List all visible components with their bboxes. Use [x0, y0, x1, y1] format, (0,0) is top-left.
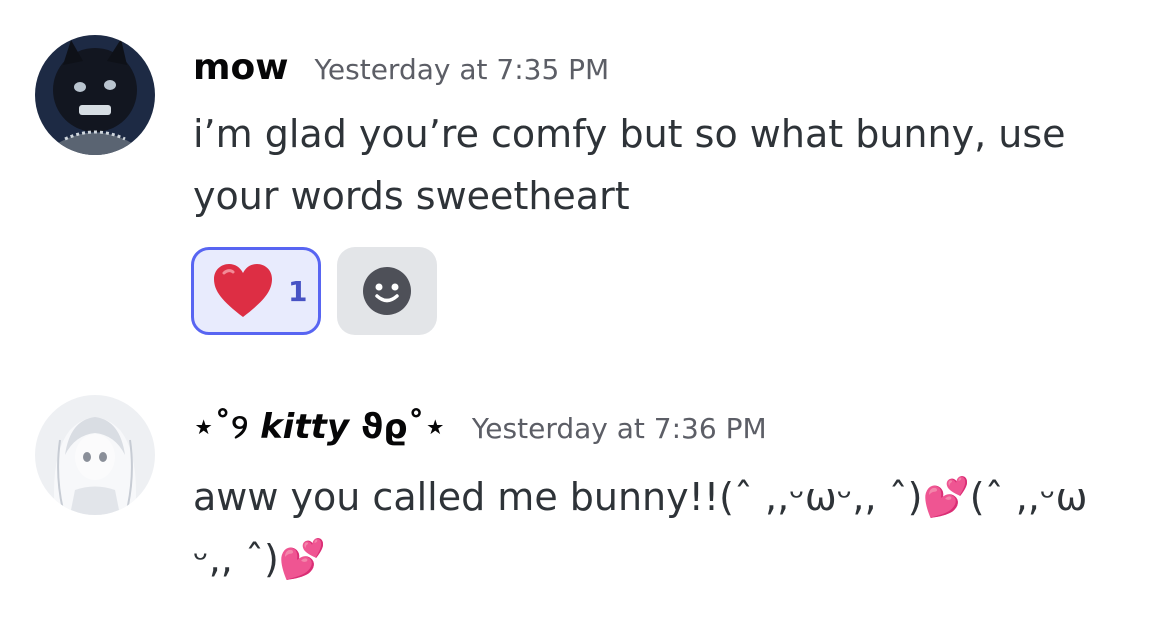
- message-header: mow Yesterday at 7:35 PM: [193, 47, 609, 88]
- chat-message-list: mow Yesterday at 7:35 PM i’m glad you’re…: [0, 0, 1169, 639]
- username-name: kitty: [260, 407, 349, 447]
- avatar[interactable]: [35, 35, 155, 155]
- message-line: aww you called me bunny!!(ˆ ,,ᵕωᵕ,, ˆ)💕(…: [193, 475, 1088, 519]
- message-content: i’m glad you’re comfy but so what bunny,…: [193, 112, 1066, 218]
- message-item: mow Yesterday at 7:35 PM i’m glad you’re…: [0, 0, 1169, 360]
- red-heart-icon: [214, 264, 272, 317]
- reaction-heart[interactable]: 1: [191, 247, 321, 335]
- username-prefix: ⋆˚୨: [193, 407, 261, 447]
- message-header: ⋆˚୨ kitty ϑϱ˚⋆ Yesterday at 7:36 PM: [193, 407, 767, 447]
- anime-avatar-image: [35, 395, 155, 515]
- username[interactable]: mow: [193, 47, 289, 88]
- username[interactable]: ⋆˚୨ kitty ϑϱ˚⋆: [193, 407, 446, 447]
- message-content: aww you called me bunny!!(ˆ ,,ᵕωᵕ,, ˆ)💕(…: [193, 466, 1133, 590]
- cat-avatar-image: [35, 35, 155, 155]
- message-item: ⋆˚୨ kitty ϑϱ˚⋆ Yesterday at 7:36 PM aww …: [0, 360, 1169, 639]
- username-suffix: ϑϱ˚⋆: [349, 407, 446, 447]
- reactions-bar: 1: [191, 247, 437, 335]
- timestamp: Yesterday at 7:35 PM: [314, 53, 610, 86]
- add-reaction-button[interactable]: [337, 247, 437, 335]
- message-line: ᵕ,, ˆ)💕: [193, 537, 327, 581]
- reaction-count: 1: [288, 274, 308, 308]
- avatar[interactable]: [35, 395, 155, 515]
- smiley-icon: [363, 267, 411, 315]
- timestamp: Yesterday at 7:36 PM: [471, 412, 767, 445]
